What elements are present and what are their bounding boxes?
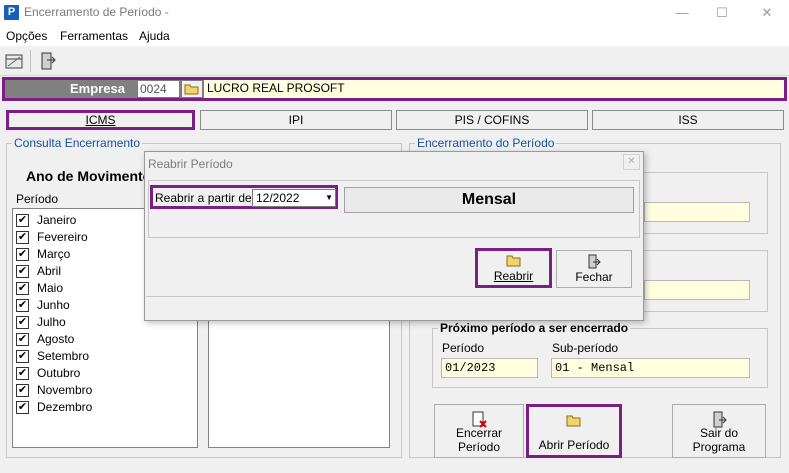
- empresa-name-field: LUCRO REAL PROSOFT: [204, 80, 784, 98]
- menu-ferramentas[interactable]: Ferramentas: [60, 29, 128, 43]
- maximize-icon[interactable]: ☐: [712, 4, 732, 22]
- sair-programa-button[interactable]: Sair do Programa: [672, 404, 766, 458]
- periodicidade-display: Mensal: [344, 187, 634, 213]
- ano-movimento-label: Ano de Movimento: [26, 168, 152, 184]
- tab-iss[interactable]: ISS: [592, 110, 784, 130]
- tab-pis-cofins[interactable]: PIS / COFINS: [396, 110, 588, 130]
- month-label: Novembro: [37, 383, 93, 397]
- checkbox-icon[interactable]: ✔: [16, 401, 29, 414]
- month-label: Dezembro: [37, 400, 93, 414]
- month-label: Janeiro: [37, 213, 77, 227]
- hidden-field-2: [644, 280, 750, 300]
- minimize-icon[interactable]: —: [672, 4, 692, 22]
- close-icon[interactable]: ✕: [623, 154, 640, 170]
- hidden-field-1: [644, 202, 750, 222]
- abrir-periodo-button[interactable]: Abrir Período: [526, 404, 622, 458]
- dialog-status-bar: [146, 296, 642, 320]
- periodo-header: Período: [16, 192, 59, 206]
- encerrar-label: Encerrar Período: [455, 426, 502, 454]
- close-icon[interactable]: ✕: [757, 4, 777, 22]
- reabrir-button[interactable]: Reabrir: [475, 248, 552, 288]
- month-label: Junho: [37, 298, 70, 312]
- checkbox-icon[interactable]: ✔: [16, 333, 29, 346]
- exit-door-icon[interactable]: [36, 49, 60, 73]
- month-label: Julho: [37, 315, 66, 329]
- checkbox-icon[interactable]: ✔: [16, 299, 29, 312]
- tab-icms[interactable]: ICMS: [6, 110, 195, 130]
- tab-iss-label: ISS: [678, 113, 698, 127]
- checkbox-icon[interactable]: ✔: [16, 214, 29, 227]
- empresa-code-field[interactable]: 0024: [137, 80, 180, 98]
- reabrir-select[interactable]: 12/2022 ▼: [252, 189, 336, 207]
- fechar-button-label: Fechar: [575, 270, 613, 284]
- toolbar: [0, 46, 789, 76]
- month-label: Abril: [37, 264, 62, 278]
- tab-ipi-label: IPI: [288, 113, 304, 127]
- month-label: Fevereiro: [37, 230, 88, 244]
- consulta-title: Consulta Encerramento: [12, 136, 143, 150]
- periodo-label: Período: [442, 341, 485, 355]
- menu-opcoes[interactable]: Opções: [6, 29, 47, 43]
- reabrir-label: Reabrir a partir de: [155, 191, 252, 205]
- abrir-label: Abrir Período: [538, 438, 610, 452]
- encerrar-periodo-button[interactable]: Encerrar Período: [434, 404, 524, 458]
- reabrir-select-value: 12/2022: [256, 191, 300, 205]
- tab-ipi[interactable]: IPI: [200, 110, 392, 130]
- dropdown-arrow-icon[interactable]: ▼: [325, 190, 333, 206]
- encerramento-title: Encerramento do Período: [415, 136, 557, 150]
- subperiodo-field: 01 - Mensal: [551, 358, 750, 378]
- dialog-title: Reabrir Período: [148, 157, 233, 171]
- tab-pis-cofins-label: PIS / COFINS: [454, 113, 530, 127]
- tab-icms-label: ICMS: [85, 113, 116, 127]
- folder-open-icon: [565, 413, 583, 432]
- checkbox-icon[interactable]: ✔: [16, 350, 29, 363]
- subperiodo-label: Sub-período: [552, 341, 619, 355]
- menu-ajuda[interactable]: Ajuda: [139, 29, 170, 43]
- month-label: Outubro: [37, 366, 81, 380]
- month-label: Maio: [37, 281, 64, 295]
- sair-label: Sair do Programa: [692, 426, 746, 454]
- proximo-title: Próximo período a ser encerrado: [438, 321, 631, 335]
- periodo-field: 01/2023: [441, 358, 538, 378]
- checkbox-icon[interactable]: ✔: [16, 367, 29, 380]
- checkbox-icon[interactable]: ✔: [16, 282, 29, 295]
- fechar-button[interactable]: Fechar: [556, 250, 632, 288]
- window-title: Encerramento de Período -: [24, 5, 169, 19]
- empresa-label: Empresa: [70, 81, 125, 96]
- reabrir-button-label: Reabrir: [493, 269, 534, 283]
- app-icon: P: [4, 5, 19, 20]
- checkbox-icon[interactable]: ✔: [16, 248, 29, 261]
- checkbox-icon[interactable]: ✔: [16, 384, 29, 397]
- month-label: Setembro: [37, 349, 90, 363]
- folder-open-icon[interactable]: [181, 80, 203, 98]
- calendar-icon[interactable]: [2, 49, 26, 73]
- checkbox-icon[interactable]: ✔: [16, 316, 29, 329]
- month-label: Agosto: [37, 332, 75, 346]
- checkbox-icon[interactable]: ✔: [16, 265, 29, 278]
- checkbox-icon[interactable]: ✔: [16, 231, 29, 244]
- month-label: Março: [37, 247, 71, 261]
- secondary-list: [208, 318, 390, 448]
